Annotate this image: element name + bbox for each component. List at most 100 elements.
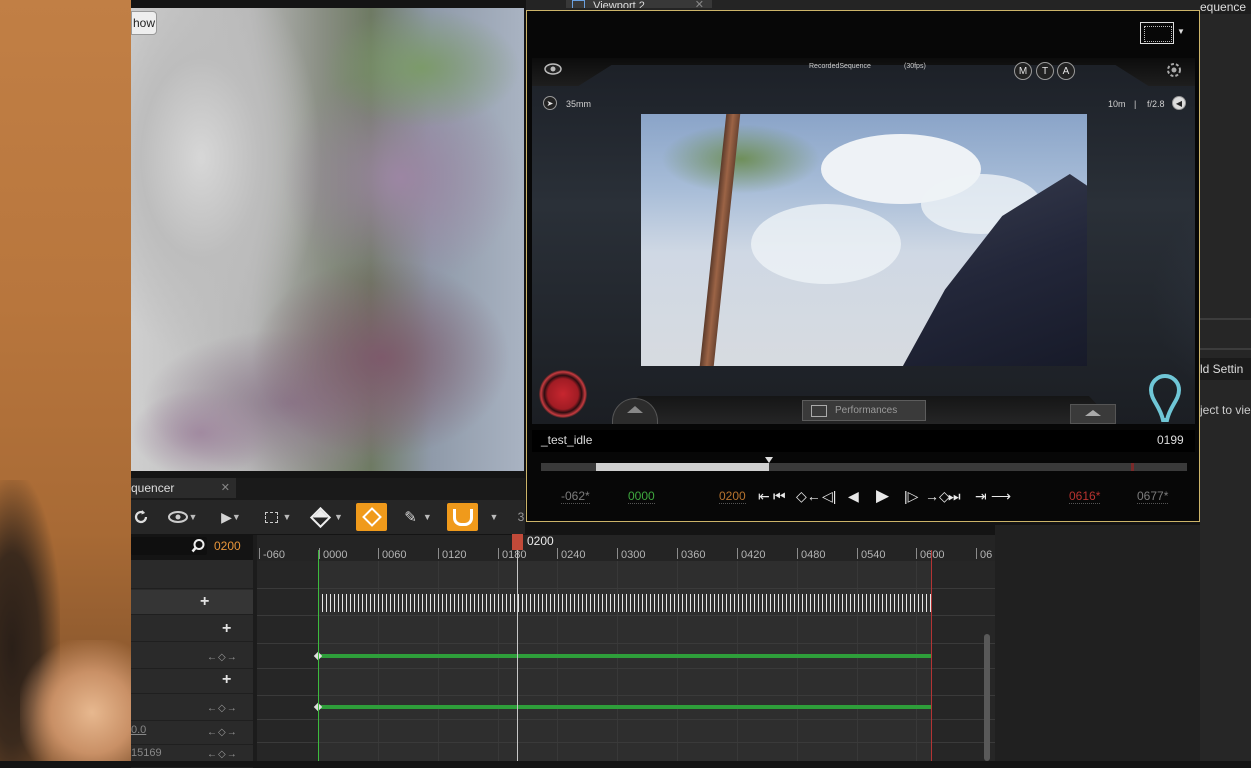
chevron-down-icon: ▼ <box>282 512 292 522</box>
expand-right-icon[interactable]: ◀ <box>1172 96 1186 110</box>
show-menu-button[interactable]: how <box>131 11 157 35</box>
ruler-tick-label: 0120 <box>442 549 467 561</box>
snap-options-dropdown[interactable]: ▼ <box>486 503 502 531</box>
previous-keyframe-button[interactable]: ⏮ <box>773 485 786 507</box>
current-frame-field[interactable]: 0200 <box>214 537 254 555</box>
loop-toggle-button[interactable]: ⟶ <box>991 485 1011 507</box>
animation-section-bar[interactable] <box>318 705 931 709</box>
ruler-tick-label: 0480 <box>801 549 826 561</box>
search-icon[interactable] <box>190 538 206 554</box>
panel-divider[interactable] <box>1200 318 1251 320</box>
keyframe-nav-controls[interactable]: ←◇→ <box>207 727 238 738</box>
eye-icon <box>167 511 188 523</box>
ruler-tick-label: 0180 <box>502 549 527 561</box>
hud-lens[interactable]: 35mm <box>566 99 591 109</box>
auto-key-button[interactable] <box>356 503 387 531</box>
eye-icon[interactable] <box>543 62 563 76</box>
step-forward-button[interactable]: |▷ <box>904 485 918 507</box>
hud-separator: | <box>1134 99 1137 109</box>
take-name: _test_idle <box>541 433 593 447</box>
tab-sequencer[interactable]: quencer ✕ <box>131 478 236 498</box>
start-offset-value[interactable]: -062* <box>561 489 590 504</box>
right-panel <box>1200 0 1251 761</box>
keyframe-nav-controls[interactable]: ←◇→ <box>207 703 238 714</box>
track-area[interactable] <box>257 561 995 761</box>
playhead-frame-label: 0200 <box>527 534 554 548</box>
mic-pin-icon[interactable] <box>1143 372 1187 424</box>
record-button[interactable] <box>539 370 587 418</box>
animation-section-bar[interactable] <box>318 654 931 658</box>
refresh-icon[interactable] <box>131 503 151 531</box>
ruler-tick-label: 0600 <box>920 549 945 561</box>
tab-sequence[interactable]: equence <box>1200 0 1251 14</box>
jump-to-end-button[interactable]: ⇥ <box>975 485 987 507</box>
chevron-up-icon <box>1085 410 1101 416</box>
vertical-scrollbar[interactable] <box>984 634 990 761</box>
audio-waveform[interactable] <box>318 594 931 612</box>
expand-up-right-button[interactable] <box>1070 404 1116 424</box>
tree-row[interactable] <box>131 590 253 615</box>
performances-button[interactable]: Performances <box>802 400 926 421</box>
chevron-down-icon: ▼ <box>334 512 343 522</box>
hud-aperture[interactable]: f/2.8 <box>1147 99 1165 109</box>
tab-world-settings[interactable]: ld Settin <box>1200 358 1251 380</box>
playback-start-marker[interactable] <box>318 550 319 761</box>
play-reverse-button[interactable]: ◀ <box>848 485 859 507</box>
end-offset-value[interactable]: 0677* <box>1137 489 1169 504</box>
viewport-layout-button[interactable] <box>1140 22 1174 44</box>
close-icon[interactable]: ✕ <box>221 478 230 498</box>
keyframe-nav-controls[interactable]: ←◇→ <box>207 652 238 663</box>
add-track-icon[interactable]: + <box>222 620 231 638</box>
play-icon: ▶ <box>221 508 232 525</box>
playhead-line[interactable] <box>517 550 518 761</box>
key-interp-button[interactable]: ▼ <box>309 503 346 531</box>
start-frame-value[interactable]: 0000 <box>628 489 655 504</box>
panel-divider[interactable] <box>1200 348 1251 350</box>
playback-end-marker[interactable] <box>931 550 932 761</box>
take-info-bar <box>532 430 1195 452</box>
magnet-icon <box>452 508 473 526</box>
chevron-down-icon[interactable]: ▼ <box>1177 27 1185 36</box>
keyframe-nav-controls[interactable]: ←◇→ <box>207 749 238 760</box>
selection-mode-button[interactable]: ▼ <box>262 503 294 531</box>
expand-left-icon[interactable]: ➤ <box>543 96 557 110</box>
close-icon[interactable]: ✕ <box>695 0 704 8</box>
step-back-button[interactable]: ◁| <box>822 485 836 507</box>
out-of-range-left <box>257 561 318 761</box>
scrubber-playhead[interactable] <box>765 457 773 463</box>
snap-toggle-button[interactable] <box>447 503 478 531</box>
take-frame: 0199 <box>1157 433 1184 447</box>
ruler-tick-label: 0300 <box>621 549 646 561</box>
mode-button-a[interactable]: A <box>1057 62 1075 80</box>
ruler-tick-label: 06 <box>980 549 993 561</box>
mode-button-m[interactable]: M <box>1014 62 1032 80</box>
playhead-handle[interactable] <box>512 534 523 550</box>
view-options-eye-button[interactable]: ▼ <box>164 503 200 531</box>
play-button[interactable]: ▶ <box>876 485 889 507</box>
previous-key-button[interactable]: ◇← <box>796 485 821 507</box>
add-track-icon[interactable]: + <box>200 593 209 611</box>
play-options-button[interactable]: ▶ ▼ <box>215 503 247 531</box>
jump-to-start-button[interactable]: ⇤ <box>758 485 770 507</box>
tab-viewport-2[interactable]: Viewport 2 ✕ <box>566 0 712 8</box>
tab-sequencer-label: quencer <box>131 481 175 495</box>
settings-gear-icon[interactable] <box>1165 62 1183 78</box>
performances-icon <box>811 404 827 417</box>
tree-value[interactable]: 0.0 <box>131 724 146 736</box>
add-track-icon[interactable]: + <box>222 671 231 689</box>
tree-value[interactable]: 15169 <box>131 747 162 759</box>
mode-button-t[interactable]: T <box>1036 62 1054 80</box>
next-keyframe-button[interactable]: ⏭ <box>948 485 961 507</box>
current-frame-value[interactable]: 0200 <box>719 489 746 504</box>
hud-focus-distance[interactable]: 10m <box>1108 99 1126 109</box>
tree-row[interactable] <box>131 617 253 642</box>
edit-tool-button[interactable]: ✎ ▼ <box>400 503 436 531</box>
ruler-tick-label: 0540 <box>861 549 886 561</box>
marquee-icon <box>264 511 278 523</box>
end-frame-value[interactable]: 0616* <box>1069 489 1101 504</box>
main-viewport[interactable] <box>131 8 524 471</box>
camera-frame <box>641 114 1087 366</box>
background-desk <box>0 0 140 761</box>
next-key-button[interactable]: →◇ <box>925 485 950 507</box>
tree-row[interactable] <box>131 669 253 694</box>
